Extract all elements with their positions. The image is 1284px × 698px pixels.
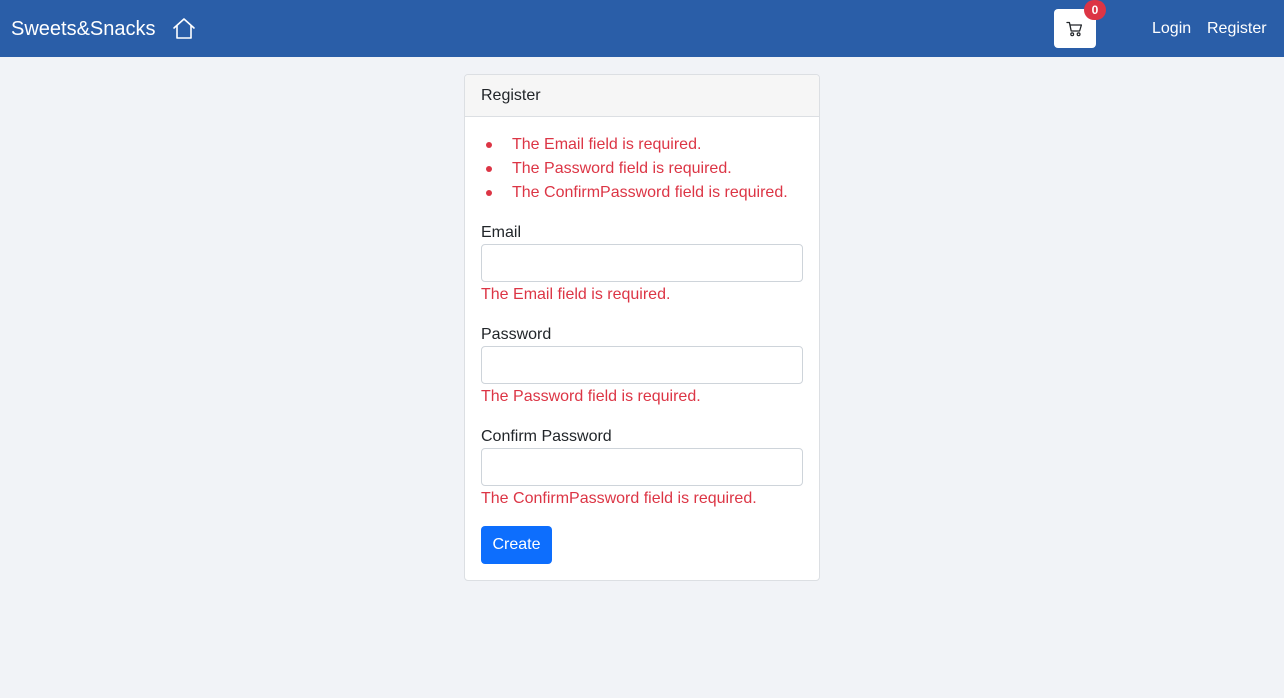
password-label: Password: [481, 326, 552, 343]
confirm-password-field[interactable]: [481, 448, 803, 486]
home-link[interactable]: [171, 17, 197, 41]
confirm-password-error: The ConfirmPassword field is required.: [481, 490, 757, 507]
cart-count-badge: 0: [1084, 0, 1106, 20]
summary-error: The Password field is required.: [481, 157, 788, 181]
confirm-password-label: Confirm Password: [481, 428, 612, 445]
email-error: The Email field is required.: [481, 286, 671, 303]
password-field[interactable]: [481, 346, 803, 384]
email-label: Email: [481, 224, 522, 241]
login-link[interactable]: Login: [1152, 18, 1191, 40]
card-header: Register: [465, 75, 819, 117]
create-button[interactable]: Create: [481, 526, 552, 564]
brand-link[interactable]: Sweets&Snacks: [11, 16, 156, 42]
password-error: The Password field is required.: [481, 388, 701, 405]
summary-error: The Email field is required.: [481, 133, 788, 157]
email-field[interactable]: [481, 244, 803, 282]
register-card: Register The Email field is required. Th…: [464, 74, 820, 581]
validation-summary: The Email field is required. The Passwor…: [481, 133, 788, 205]
cart-icon: [1066, 21, 1083, 37]
register-link[interactable]: Register: [1207, 18, 1267, 40]
navbar: Sweets&Snacks 0 Login Register: [0, 0, 1284, 57]
summary-error: The ConfirmPassword field is required.: [481, 181, 788, 205]
home-icon: [173, 18, 195, 39]
